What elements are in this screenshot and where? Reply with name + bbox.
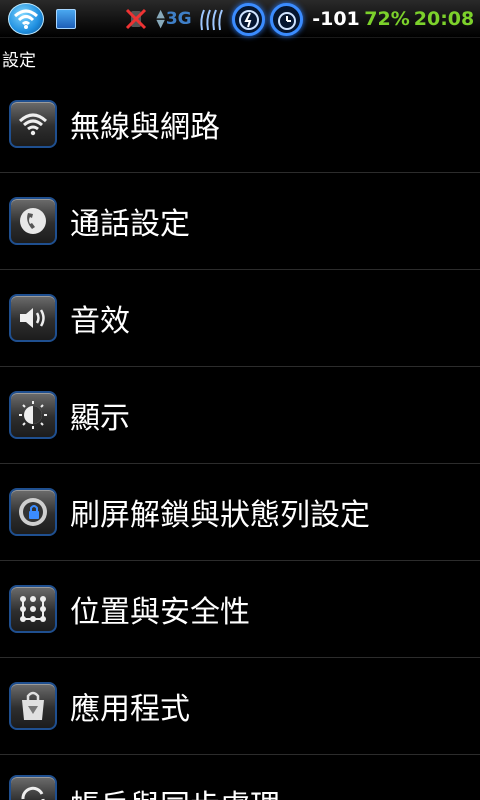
alarm-clock-icon [270, 3, 303, 36]
wifi-icon [9, 100, 57, 148]
signal-wave-icon [196, 0, 230, 38]
sync-icon [9, 775, 57, 800]
mute-icon [122, 0, 150, 38]
network-type: ▲ ▼ 3G [154, 0, 194, 38]
clock-time: 20:08 [413, 8, 475, 30]
page-title: 設定 [2, 51, 36, 71]
status-bar: ▲ ▼ 3G -101 72% 20:08 [0, 0, 480, 38]
settings-item-label: 顯示 [70, 401, 130, 436]
settings-list: 無線與網路 通話設定 音效 顯示 刷屏解鎖與狀態列設定 位置與安全性 應用程式 [0, 76, 480, 800]
network-type-label: 3G [165, 9, 192, 29]
phone-icon [9, 197, 57, 245]
data-arrows-icon: ▲ ▼ [156, 7, 165, 30]
settings-item-sound[interactable]: 音效 [0, 270, 480, 367]
settings-item-label: 帳戶與同步處理 [70, 781, 280, 800]
market-bag-icon [9, 682, 57, 730]
settings-item-label: 應用程式 [70, 692, 190, 727]
screen: ▲ ▼ 3G -101 72% 20:08 設定 無線與網路 通話設定 音效 顯… [0, 0, 480, 800]
settings-item-display[interactable]: 顯示 [0, 367, 480, 464]
charging-clock-icon [232, 3, 265, 36]
settings-item-label: 刷屏解鎖與狀態列設定 [70, 498, 370, 533]
settings-item-lockscreen[interactable]: 刷屏解鎖與狀態列設定 [0, 464, 480, 561]
signal-strength: -101 [312, 8, 360, 30]
pattern-lock-icon [9, 585, 57, 633]
lock-icon [9, 488, 57, 536]
settings-item-accounts-sync[interactable]: 帳戶與同步處理 [0, 755, 480, 800]
settings-item-applications[interactable]: 應用程式 [0, 658, 480, 755]
settings-item-label: 通話設定 [70, 207, 190, 242]
settings-item-label: 位置與安全性 [70, 595, 250, 630]
settings-item-label: 音效 [70, 304, 130, 339]
settings-item-wireless[interactable]: 無線與網路 [0, 76, 480, 173]
speaker-icon [9, 294, 57, 342]
settings-item-location-security[interactable]: 位置與安全性 [0, 561, 480, 658]
battery-level: 72% [364, 8, 410, 30]
usb-icon [54, 0, 78, 38]
settings-item-call[interactable]: 通話設定 [0, 173, 480, 270]
brightness-icon [9, 391, 57, 439]
wifi-icon [8, 3, 44, 35]
settings-item-label: 無線與網路 [70, 110, 220, 145]
